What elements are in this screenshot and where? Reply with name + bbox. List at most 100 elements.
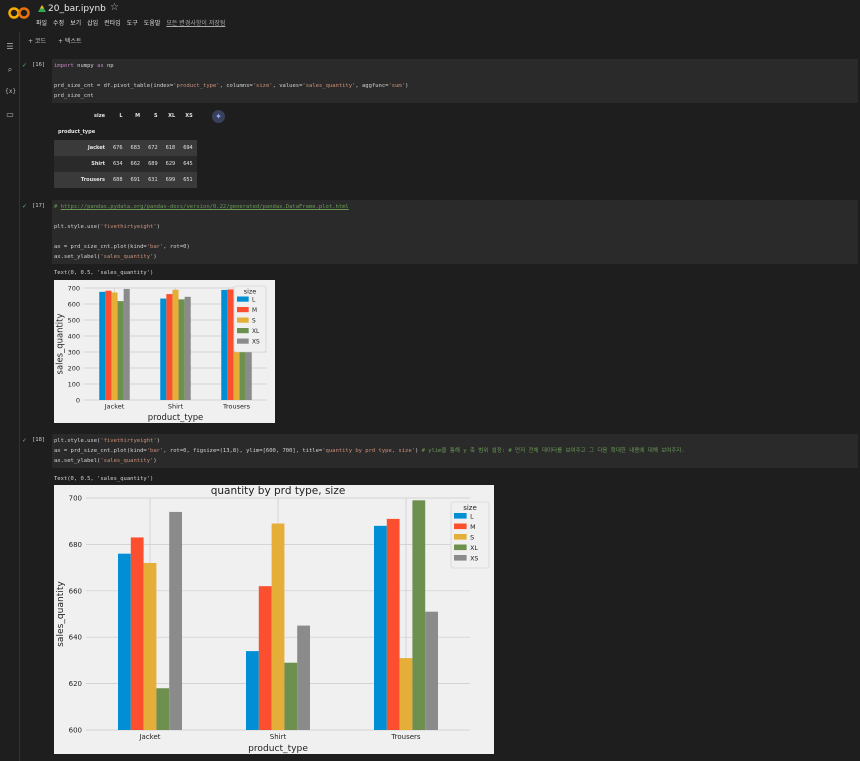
output-text: Text(0, 0.5, 'sales_quantity') <box>54 476 154 482</box>
legend-label: S <box>252 318 256 324</box>
bar-XS <box>425 611 438 730</box>
run-success-icon: ✓ <box>22 62 28 69</box>
table-cell: 672 <box>144 140 162 156</box>
x-axis-label: product_type <box>248 744 308 754</box>
table-cell: 688 <box>109 172 127 188</box>
column-header: L <box>119 113 123 119</box>
index-label: product_type <box>58 129 96 135</box>
y-tick-label: 100 <box>68 380 80 388</box>
table-of-contents-icon[interactable]: ☰ <box>5 42 15 52</box>
code-line: plt.style.use('fivethirtyeight') <box>54 438 160 444</box>
legend-swatch <box>237 338 249 344</box>
notebook-title[interactable]: 20_bar.ipynb <box>48 4 106 14</box>
top-bar: 20_bar.ipynb ☆ 파일 수정 보기 삽입 런타임 도구 도움말 모든 변경사항이 … <box>0 0 860 32</box>
y-tick-label: 700 <box>68 284 80 292</box>
search-icon[interactable]: ⌕ <box>5 65 15 75</box>
cell-exec-count[interactable]: [17] <box>32 203 45 209</box>
bar-S <box>399 658 413 730</box>
x-tick-label: Trousers <box>390 733 421 741</box>
cell-exec-count[interactable]: [16] <box>32 62 45 68</box>
x-axis-label: product_type <box>148 412 204 422</box>
menu-item-2[interactable]: 보기 <box>70 20 81 27</box>
legend-title: size <box>244 288 257 296</box>
bar-XS <box>184 296 191 400</box>
code-cell[interactable]: import numpy as np prd_size_cnt = df.pivo… <box>52 59 858 103</box>
magic-wand-icon[interactable]: ✦ <box>212 110 225 123</box>
table-cell: 694 <box>179 140 197 156</box>
x-tick-label: Jacket <box>138 733 160 741</box>
x-tick-label: Trousers <box>222 403 251 411</box>
bar-L <box>221 289 228 400</box>
colab-logo-icon[interactable] <box>8 6 30 20</box>
bar-L <box>374 525 387 730</box>
column-header: XS <box>185 113 193 119</box>
menu-bar: 파일 수정 보기 삽입 런타임 도구 도움말 모든 변경사항이 저장됨 <box>36 18 231 27</box>
bar-M <box>258 586 272 730</box>
table-cell: 651 <box>179 172 197 188</box>
y-tick-label: 200 <box>68 364 80 372</box>
save-status[interactable]: 모든 변경사항이 저장됨 <box>166 20 225 27</box>
legend-swatch <box>454 513 467 519</box>
code-line: ax.set_ylabel('sales_quantity') <box>54 254 157 260</box>
menu-item-3[interactable]: 삽입 <box>87 20 98 27</box>
bar-M <box>166 294 173 400</box>
legend-swatch <box>454 555 467 561</box>
x-tick-label: Shirt <box>270 733 287 741</box>
bar-XL <box>284 662 298 730</box>
variables-icon[interactable]: {x} <box>5 87 16 97</box>
code-line: ax = prd_size_cnt.plot(kind='bar', rot=0… <box>54 244 190 250</box>
output-text: Text(0, 0.5, 'sales_quantity') <box>54 270 154 276</box>
bar-L <box>118 553 131 730</box>
menu-item-0[interactable]: 파일 <box>36 20 47 27</box>
star-icon[interactable]: ☆ <box>110 2 119 13</box>
legend-label: M <box>252 308 257 314</box>
menu-item-4[interactable]: 런타임 <box>104 20 121 27</box>
bar-S <box>143 562 157 730</box>
table-cell: 699 <box>161 172 180 188</box>
table-row: Shirt 634 662 689 629 645 <box>54 156 197 172</box>
code-line: prd_size_cnt <box>54 93 94 99</box>
add-code-button[interactable]: + 코드 <box>28 36 46 45</box>
chart-svg: 0 100 200 300 400 500 600 700 Jacket Shirt Trouser… <box>54 284 267 422</box>
y-tick-label: 400 <box>68 332 80 340</box>
cell-exec-count[interactable]: [18] <box>32 437 45 443</box>
bar-chart-full: 0 100 200 300 400 500 600 700 Jacket Shirt Trouser… <box>54 280 275 423</box>
legend-swatch <box>237 328 249 334</box>
bar-M <box>386 518 400 730</box>
legend-swatch <box>454 534 467 540</box>
row-label: Shirt <box>54 156 109 172</box>
code-line: # https://pandas.pydata.org/pandas-docs/… <box>54 204 349 210</box>
chart-title: quantity by prd type, size <box>211 485 346 497</box>
y-tick-label: 700 <box>69 494 82 502</box>
menu-item-5[interactable]: 도구 <box>127 20 138 27</box>
drive-icon <box>38 5 46 12</box>
cell-toolbar: + 코드 + 텍스트 <box>20 32 860 48</box>
legend-swatch <box>454 523 467 530</box>
run-success-icon: ✓ <box>22 437 28 444</box>
bar-L <box>246 651 259 730</box>
legend-swatch <box>237 317 249 323</box>
menu-item-1[interactable]: 수정 <box>53 20 64 27</box>
menu-item-6[interactable]: 도움말 <box>144 20 161 27</box>
y-tick-label: 600 <box>68 300 80 308</box>
legend-swatch <box>454 544 467 551</box>
bar-M <box>105 290 112 400</box>
column-header: XL <box>168 113 176 119</box>
add-text-button[interactable]: + 텍스트 <box>58 36 82 45</box>
bar-L <box>160 298 167 400</box>
folder-icon[interactable]: ▭ <box>5 110 15 120</box>
table-cell: 631 <box>144 172 162 188</box>
x-tick-label: Shirt <box>168 403 184 411</box>
code-line: ax.set_ylabel('sales_quantity') <box>54 458 157 464</box>
code-cell[interactable]: plt.style.use('fivethirtyeight') ax = prd… <box>52 434 858 468</box>
table-cell: 618 <box>161 140 180 156</box>
table-cell: 676 <box>109 140 127 156</box>
row-label: Trousers <box>54 172 109 188</box>
column-header: S <box>154 113 158 119</box>
table-row: Jacket 676 683 672 618 694 <box>54 140 197 156</box>
code-cell[interactable]: # https://pandas.pydata.org/pandas-docs/… <box>52 200 858 264</box>
bar-XL <box>412 500 426 730</box>
legend-title: size <box>463 504 477 512</box>
legend-label: S <box>470 534 474 541</box>
